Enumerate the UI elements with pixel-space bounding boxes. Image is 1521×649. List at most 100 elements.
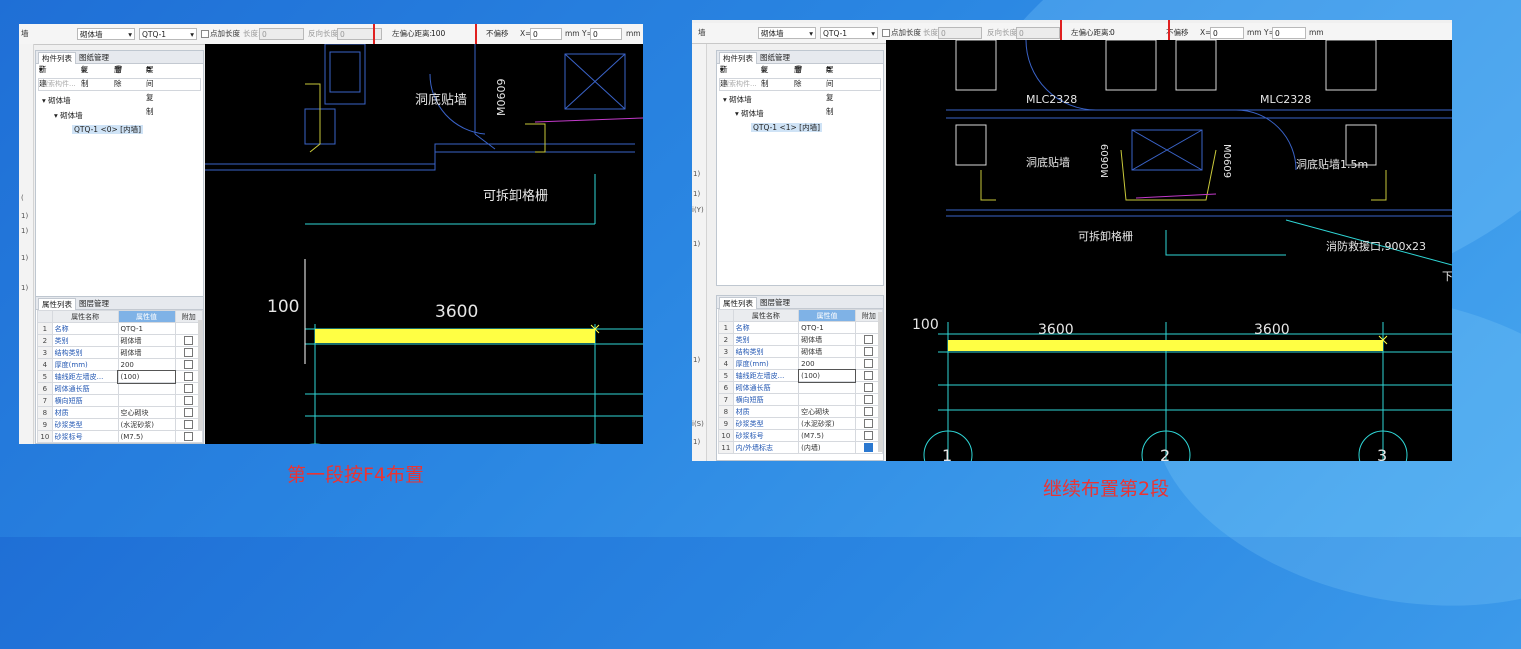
tree-item-masonry-wall-group[interactable]: ▾ 砌体墙: [42, 95, 71, 106]
cad-drawing-canvas[interactable]: MLC2328 MLC2328 洞底贴墙 M0609 M0609 洞底贴墙1.5…: [886, 40, 1452, 461]
property-value[interactable]: [798, 381, 856, 394]
property-row[interactable]: 3 结构类别 砌体墙: [37, 346, 204, 359]
reverse-length-input[interactable]: 0: [1016, 27, 1060, 39]
attach-checkbox[interactable]: [864, 335, 874, 344]
x-coordinate-input[interactable]: 0: [530, 28, 562, 40]
tree-item-qtq-1[interactable]: QTQ-1 <0> [内墙]: [72, 124, 144, 135]
property-row[interactable]: 3 结构类别 砌体墙: [718, 345, 884, 358]
property-row[interactable]: 9 砂浆类型 (水泥砂浆): [37, 418, 204, 431]
property-row[interactable]: 6 砌体通长筋: [718, 381, 884, 394]
property-row[interactable]: 7 横向短筋: [37, 394, 204, 407]
property-value[interactable]: 砌体墙: [117, 346, 176, 359]
property-row[interactable]: 5 轴线距左墙皮... (100): [718, 368, 884, 383]
y-coordinate-input[interactable]: 0: [590, 28, 622, 40]
property-row[interactable]: 8 材质 空心砌块: [37, 406, 204, 419]
attach-checkbox[interactable]: [864, 419, 874, 428]
tab-property-list[interactable]: 属性列表: [719, 297, 757, 309]
attach-checkbox[interactable]: [864, 395, 874, 404]
attach-checkbox[interactable]: [184, 372, 194, 381]
attach-checkbox[interactable]: [184, 420, 194, 429]
attach-checkbox[interactable]: [864, 431, 874, 440]
attach-checkbox[interactable]: [184, 432, 194, 441]
attach-checkbox[interactable]: [184, 396, 194, 405]
property-row[interactable]: 1 名称 QTQ-1: [37, 322, 204, 335]
property-row[interactable]: 10 砂浆标号 (M7.5): [37, 430, 204, 443]
property-row[interactable]: 1 名称 QTQ-1: [718, 321, 884, 334]
property-value[interactable]: 200: [798, 357, 856, 370]
property-row[interactable]: 10 砂浆标号 (M7.5): [718, 429, 884, 442]
property-value[interactable]: 砌体墙: [798, 333, 856, 346]
attach-checkbox[interactable]: [184, 384, 194, 393]
property-scrollbar[interactable]: [878, 312, 883, 452]
component-select[interactable]: QTQ-1 ▾: [139, 28, 197, 40]
property-value[interactable]: 空心砌块: [798, 405, 856, 418]
add-length-checkbox[interactable]: [882, 29, 890, 37]
property-row[interactable]: 4 厚度(mm) 200: [718, 357, 884, 370]
property-value[interactable]: QTQ-1: [798, 321, 856, 334]
attach-checkbox[interactable]: [184, 408, 194, 417]
tree-item-masonry-wall[interactable]: ▾ 砌体墙: [54, 110, 83, 121]
component-select[interactable]: QTQ-1 ▾: [820, 27, 878, 39]
property-name: 横向短筋: [732, 393, 800, 406]
property-row[interactable]: 9 砂浆类型 (水泥砂浆): [718, 417, 884, 430]
new-button[interactable]: 🗋 新建 ▾: [39, 63, 47, 88]
tab-drawing-management[interactable]: 图纸管理: [757, 52, 793, 63]
component-search-input[interactable]: 搜索构件...: [38, 78, 201, 91]
property-value[interactable]: QTQ-1: [117, 322, 176, 335]
property-value[interactable]: (100): [797, 368, 857, 383]
property-scrollbar[interactable]: [198, 320, 203, 430]
property-value[interactable]: (100): [116, 369, 177, 384]
y-coordinate-input[interactable]: 0: [1272, 27, 1306, 39]
property-row[interactable]: 8 材质 空心砌块: [718, 405, 884, 418]
property-row[interactable]: 2 类别 砌体墙: [718, 333, 884, 346]
add-length-checkbox[interactable]: [201, 30, 209, 38]
length-input[interactable]: 0: [259, 28, 304, 40]
property-row[interactable]: 4 厚度(mm) 200: [37, 358, 204, 371]
attach-checkbox[interactable]: [184, 336, 194, 345]
tab-drawing-management[interactable]: 图纸管理: [76, 52, 112, 63]
property-row[interactable]: 5 轴线距左墙皮... (100): [37, 369, 204, 384]
property-name: 厚度(mm): [51, 358, 119, 371]
tree-item-qtq-1[interactable]: QTQ-1 <1> [内墙]: [751, 122, 823, 133]
tree-item-masonry-wall-group[interactable]: ▾ 砌体墙: [723, 94, 752, 105]
property-row[interactable]: 7 横向短筋: [718, 393, 884, 406]
attach-checkbox[interactable]: [864, 371, 874, 380]
new-button[interactable]: 🗋 新建 ▾: [720, 63, 728, 88]
shift-mode-select[interactable]: 不偏移: [486, 28, 509, 40]
property-row[interactable]: 11 内/外墙标志 (内墙): [718, 441, 884, 454]
property-value[interactable]: [798, 393, 856, 406]
property-value[interactable]: 空心砌块: [117, 406, 176, 419]
category-select[interactable]: 砌体墙 ▾: [77, 28, 135, 40]
x-coordinate-input[interactable]: 0: [1210, 27, 1244, 39]
attach-checkbox[interactable]: [864, 443, 874, 452]
attach-checkbox[interactable]: [864, 347, 874, 356]
category-select[interactable]: 砌体墙 ▾: [758, 27, 816, 39]
tab-layer-management[interactable]: 图层管理: [76, 298, 112, 309]
property-value[interactable]: 200: [117, 358, 176, 371]
chevron-down-icon: ▾: [128, 30, 132, 39]
cad-drawing-canvas[interactable]: 洞底贴墙 M0609 可拆卸格栅 100 3600 1 2: [205, 44, 643, 444]
attach-checkbox[interactable]: [864, 383, 874, 392]
property-value[interactable]: (M7.5): [117, 430, 176, 443]
attach-checkbox[interactable]: [184, 348, 194, 357]
attach-checkbox[interactable]: [864, 407, 874, 416]
length-input[interactable]: 0: [938, 27, 982, 39]
property-row[interactable]: 2 类别 砌体墙: [37, 334, 204, 347]
property-value[interactable]: (M7.5): [798, 429, 856, 442]
tab-layer-management[interactable]: 图层管理: [757, 297, 793, 308]
property-value[interactable]: [117, 382, 176, 395]
tab-property-list[interactable]: 属性列表: [38, 298, 76, 310]
tree-item-masonry-wall[interactable]: ▾ 砌体墙: [735, 108, 764, 119]
offset-dimension: 100: [267, 297, 299, 317]
property-value[interactable]: (水泥砂浆): [798, 417, 856, 430]
property-value[interactable]: 砌体墙: [117, 334, 176, 347]
property-value[interactable]: (内墙): [798, 441, 856, 454]
property-row[interactable]: 6 砌体通长筋: [37, 382, 204, 395]
attach-checkbox[interactable]: [864, 359, 874, 368]
property-value[interactable]: 砌体墙: [798, 345, 856, 358]
attach-checkbox[interactable]: [184, 360, 194, 369]
property-value[interactable]: [117, 394, 176, 407]
property-value[interactable]: (水泥砂浆): [117, 418, 176, 431]
component-search-input[interactable]: 搜索构件...: [719, 78, 881, 91]
row-number: 4: [718, 357, 734, 370]
